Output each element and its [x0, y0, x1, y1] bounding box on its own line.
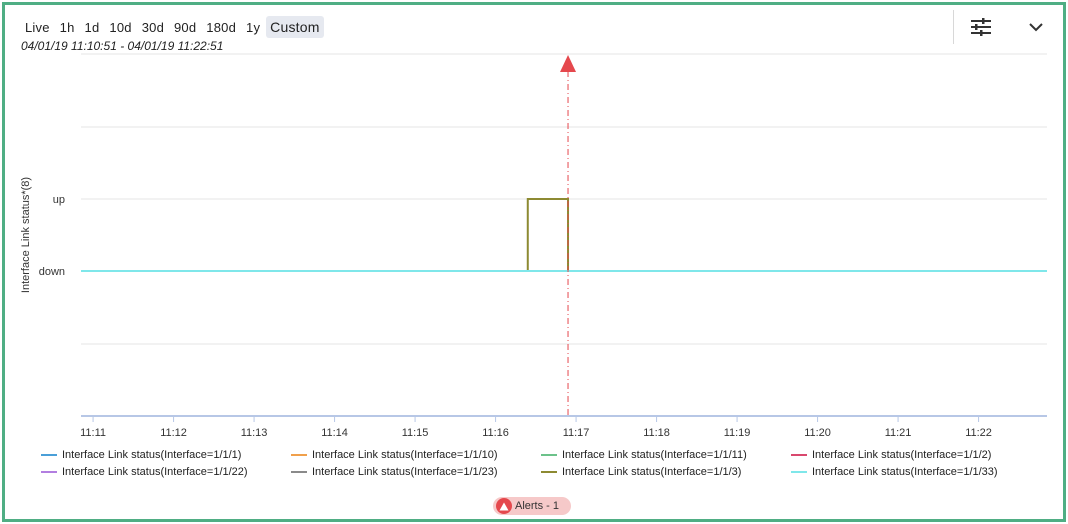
chart-legend: Interface Link status(Interface=1/1/1) In… — [41, 448, 1041, 479]
x-tick-label: 11:20 — [804, 427, 831, 439]
x-tick-label: 11:18 — [643, 427, 670, 439]
legend-label: Interface Link status(Interface=1/1/22) — [62, 466, 248, 478]
legend-item[interactable]: Interface Link status(Interface=1/1/3) — [541, 465, 791, 479]
x-tick-label: 11:19 — [724, 427, 751, 439]
legend-item[interactable]: Interface Link status(Interface=1/1/1) — [41, 448, 291, 462]
x-tick-label: 11:11 — [80, 427, 106, 439]
legend-swatch — [41, 471, 57, 473]
legend-item[interactable]: Interface Link status(Interface=1/1/23) — [291, 465, 541, 479]
x-tick-label: 11:13 — [241, 427, 268, 439]
legend-label: Interface Link status(Interface=1/1/2) — [812, 449, 992, 461]
x-tick-label: 11:22 — [965, 427, 992, 439]
legend-swatch — [791, 471, 807, 473]
y-axis-label: Interface Link status*(8) — [20, 177, 32, 293]
chart-panel: Live 1h 1d 10d 30d 90d 180d 1y Custom 04… — [2, 2, 1066, 522]
legend-swatch — [291, 471, 307, 473]
warning-triangle-icon — [496, 498, 512, 514]
legend-label: Interface Link status(Interface=1/1/33) — [812, 466, 998, 478]
y-tick-label: up — [53, 194, 65, 206]
legend-item[interactable]: Interface Link status(Interface=1/1/33) — [791, 465, 1041, 479]
legend-swatch — [541, 471, 557, 473]
legend-swatch — [41, 454, 57, 456]
alert-marker-icon — [560, 55, 577, 72]
x-tick-label: 11:16 — [482, 427, 509, 439]
line-chart: 11:11 11:12 11:13 11:14 11:15 11:16 11:17 11:18… — [20, 53, 1047, 439]
legend-swatch — [291, 454, 307, 456]
legend-item[interactable]: Interface Link status(Interface=1/1/22) — [41, 465, 291, 479]
legend-item[interactable]: Interface Link status(Interface=1/1/11) — [541, 448, 791, 462]
x-tick-label: 11:17 — [563, 427, 590, 439]
legend-label: Interface Link status(Interface=1/1/11) — [562, 449, 747, 461]
legend-label: Interface Link status(Interface=1/1/23) — [312, 466, 498, 478]
legend-label: Interface Link status(Interface=1/1/3) — [562, 466, 742, 478]
x-tick-label: 11:15 — [402, 427, 429, 439]
legend-swatch — [541, 454, 557, 456]
series-line — [81, 198, 1047, 272]
x-tick-label: 11:14 — [321, 427, 348, 439]
legend-item[interactable]: Interface Link status(Interface=1/1/2) — [791, 448, 1041, 462]
x-tick-label: 11:12 — [160, 427, 187, 439]
x-tick-label: 11:21 — [885, 427, 912, 439]
legend-label: Interface Link status(Interface=1/1/10) — [312, 449, 498, 461]
alerts-badge[interactable]: Alerts - 1 — [493, 497, 572, 515]
legend-swatch — [791, 454, 807, 456]
legend-label: Interface Link status(Interface=1/1/1) — [62, 449, 242, 461]
y-tick-label: down — [39, 266, 65, 278]
alerts-label: Alerts - 1 — [515, 500, 560, 512]
legend-item[interactable]: Interface Link status(Interface=1/1/10) — [291, 448, 541, 462]
